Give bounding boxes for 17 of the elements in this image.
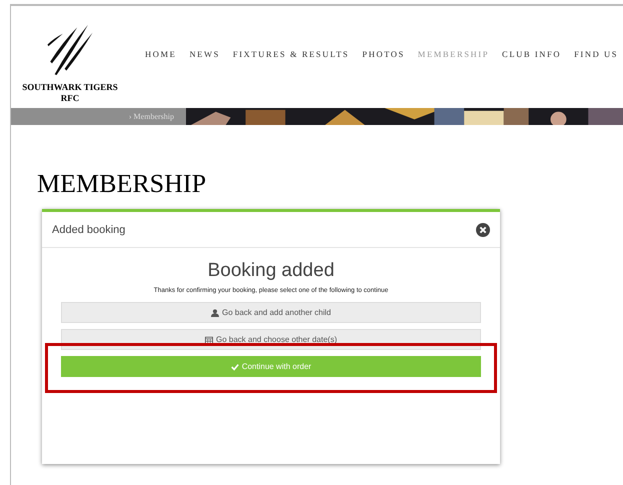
nav-link[interactable]: FIXTURES & RESULTS xyxy=(232,49,350,59)
nav-link[interactable]: PHOTOS xyxy=(362,49,405,59)
dialog-title: Added booking xyxy=(52,224,126,236)
nav-link[interactable]: NEWS xyxy=(189,49,220,59)
page-title: MEMBERSHIP xyxy=(37,169,208,199)
club-name: SOUTHWARK TIGERS xyxy=(22,82,118,93)
dialog-heading: Booking added xyxy=(206,260,336,282)
close-icon[interactable] xyxy=(476,222,490,236)
nav-link[interactable]: HOME xyxy=(145,49,176,59)
checkmark-icon xyxy=(230,362,239,370)
back-button[interactable]: Go back and add another child xyxy=(61,302,481,323)
nav-link[interactable]: FIND US xyxy=(574,49,618,59)
calendar-icon xyxy=(205,336,214,344)
nav-link[interactable]: CLUB INFO xyxy=(502,49,562,59)
breadcrumb: › Membership xyxy=(128,112,174,121)
club-name-suffix: RFC xyxy=(60,93,80,104)
person-icon xyxy=(211,308,220,316)
